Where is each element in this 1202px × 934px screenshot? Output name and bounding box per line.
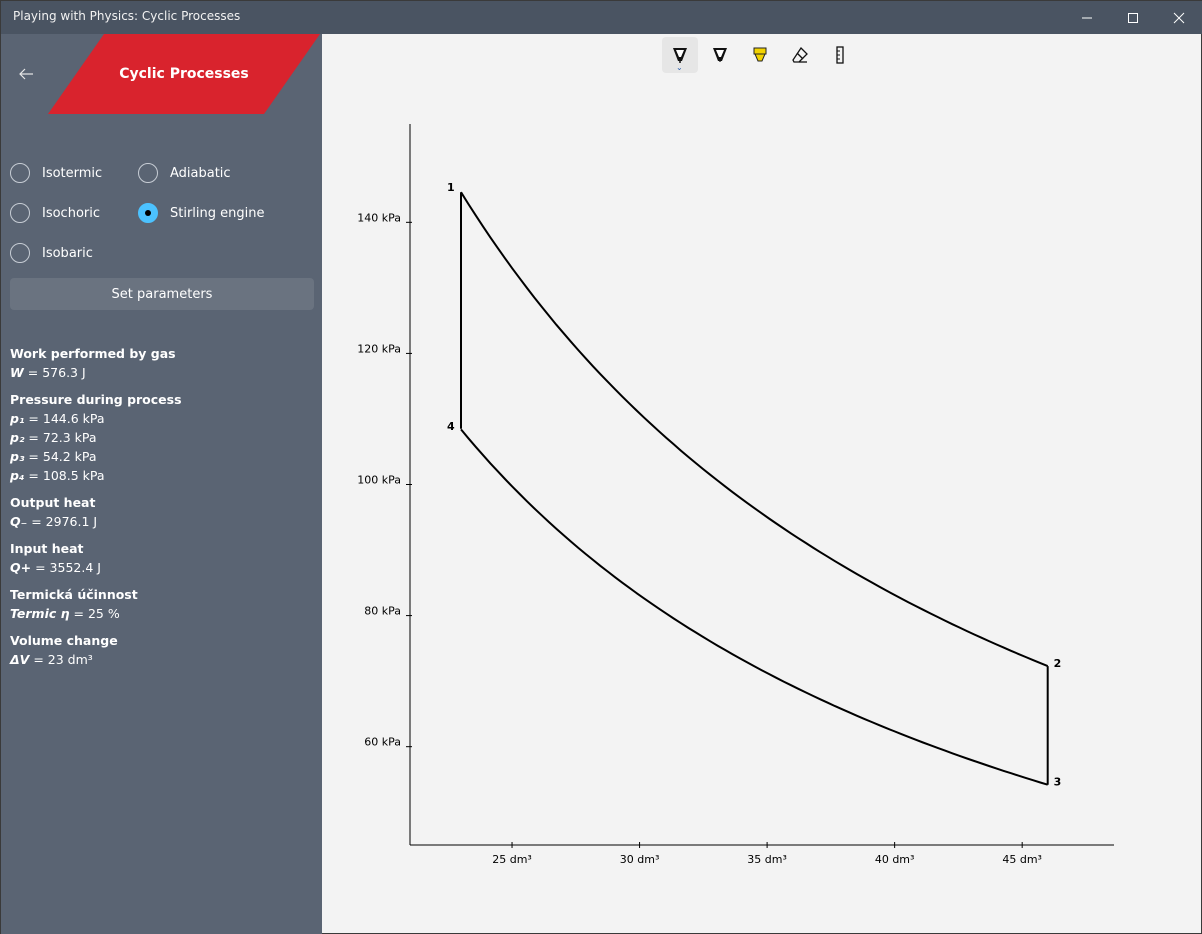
p3-value: = 54.2 kPa — [28, 449, 97, 464]
radio-isobaric[interactable]: Isobaric — [10, 243, 93, 263]
work-symbol: W — [10, 365, 24, 380]
y-tick-label: 80 kPa — [364, 605, 401, 618]
radio-stirling-engine[interactable]: Stirling engine — [138, 203, 265, 223]
p2-symbol: p₂ — [10, 430, 25, 445]
output-heat-line: Q₋ = 2976.1 J — [10, 512, 310, 531]
y-tick-label: 140 kPa — [357, 211, 401, 224]
radio-isochoric[interactable]: Isochoric — [10, 203, 100, 223]
radio-circle — [10, 203, 30, 223]
back-arrow-icon — [19, 68, 33, 80]
input-heat-heading: Input heat — [10, 541, 84, 556]
y-tick-label: 60 kPa — [364, 736, 401, 749]
series-line-1-2 — [460, 191, 1049, 668]
volume-line: ΔV = 23 dm³ — [10, 650, 310, 669]
y-tick-label: 100 kPa — [357, 474, 401, 487]
efficiency-symbol: Termic η — [10, 606, 70, 621]
pressure-line-3: p₃ = 54.2 kPa — [10, 447, 310, 466]
work-value: = 576.3 J — [27, 365, 86, 380]
radio-adiabatic[interactable]: Adiabatic — [138, 163, 231, 183]
efficiency-group: Termická účinnost Termic η = 25 % — [10, 585, 310, 623]
pressure-line-1: p₁ = 144.6 kPa — [10, 409, 310, 428]
input-heat-value: = 3552.4 J — [35, 560, 101, 575]
volume-symbol: ΔV — [10, 652, 30, 667]
app-window: Playing with Physics: Cyclic Processes C… — [0, 0, 1202, 934]
p1-value: = 144.6 kPa — [28, 411, 105, 426]
point-label-4: 4 — [447, 420, 455, 433]
minimize-button[interactable] — [1064, 1, 1110, 34]
work-heading: Work performed by gas — [10, 346, 176, 361]
p4-symbol: p₄ — [10, 468, 25, 483]
sidebar: Cyclic Processes Isotermic Adiabatic Iso… — [1, 34, 322, 934]
point-label-2: 2 — [1054, 657, 1062, 670]
minimize-icon — [1082, 17, 1092, 18]
banner-title: Cyclic Processes — [119, 66, 249, 82]
input-heat-group: Input heat Q+ = 3552.4 J — [10, 539, 310, 577]
title-bar: Playing with Physics: Cyclic Processes — [1, 1, 1202, 34]
volume-value: = 23 dm³ — [33, 652, 93, 667]
radio-circle-selected — [138, 203, 158, 223]
section-banner: Cyclic Processes — [48, 34, 320, 114]
p2-value: = 72.3 kPa — [28, 430, 97, 445]
y-tick-label: 120 kPa — [357, 342, 401, 355]
radio-circle — [10, 163, 30, 183]
pressure-line-4: p₄ = 108.5 kPa — [10, 466, 310, 485]
output-heat-heading: Output heat — [10, 495, 96, 510]
radio-circle — [138, 163, 158, 183]
x-tick-label: 40 dm³ — [875, 853, 915, 866]
output-heat-value: = 2976.1 J — [31, 514, 98, 529]
radio-circle — [10, 243, 30, 263]
pressure-heading: Pressure during process — [10, 392, 182, 407]
window-title: Playing with Physics: Cyclic Processes — [13, 9, 241, 23]
pv-diagram-chart[interactable]: 60 kPa 80 kPa 100 kPa 120 kPa 140 kPa 25 dm³ 3… — [322, 34, 1202, 934]
close-button[interactable] — [1156, 1, 1202, 34]
efficiency-heading: Termická účinnost — [10, 587, 138, 602]
point-label-3: 3 — [1054, 776, 1062, 789]
x-tick-label: 30 dm³ — [620, 853, 660, 866]
pressure-line-2: p₂ = 72.3 kPa — [10, 428, 310, 447]
radio-label: Isochoric — [42, 205, 101, 221]
work-group: Work performed by gas W = 576.3 J — [10, 344, 310, 382]
input-heat-symbol: Q+ — [10, 560, 32, 575]
volume-group: Volume change ΔV = 23 dm³ — [10, 631, 310, 669]
p3-symbol: p₃ — [10, 449, 25, 464]
radio-label: Adiabatic — [170, 165, 231, 181]
efficiency-value: = 25 % — [73, 606, 120, 621]
results-panel: Work performed by gas W = 576.3 J Pressu… — [10, 344, 310, 677]
volume-heading: Volume change — [10, 633, 118, 648]
x-tick-label: 45 dm³ — [1002, 853, 1042, 866]
close-icon — [1173, 12, 1185, 23]
p1-symbol: p₁ — [10, 411, 25, 426]
maximize-icon — [1128, 12, 1138, 23]
pressure-group: Pressure during process p₁ = 144.6 kPa p… — [10, 390, 310, 485]
back-button[interactable] — [13, 64, 39, 84]
set-parameters-button[interactable]: Set parameters — [10, 278, 314, 310]
output-heat-group: Output heat Q₋ = 2976.1 J — [10, 493, 310, 531]
input-heat-line: Q+ = 3552.4 J — [10, 558, 310, 577]
radio-label: Stirling engine — [170, 205, 265, 221]
output-heat-symbol: Q₋ — [10, 514, 28, 529]
efficiency-line: Termic η = 25 % — [10, 604, 310, 623]
series-line-3-4 — [460, 428, 1048, 786]
radio-label: Isobaric — [42, 245, 93, 261]
maximize-button[interactable] — [1110, 1, 1156, 34]
radio-label: Isotermic — [42, 165, 103, 181]
radio-isotermic[interactable]: Isotermic — [10, 163, 102, 183]
x-tick-label: 35 dm³ — [747, 853, 787, 866]
point-label-1: 1 — [447, 181, 455, 194]
x-tick-label: 25 dm³ — [492, 853, 532, 866]
work-line: W = 576.3 J — [10, 363, 310, 382]
p4-value: = 108.5 kPa — [28, 468, 105, 483]
